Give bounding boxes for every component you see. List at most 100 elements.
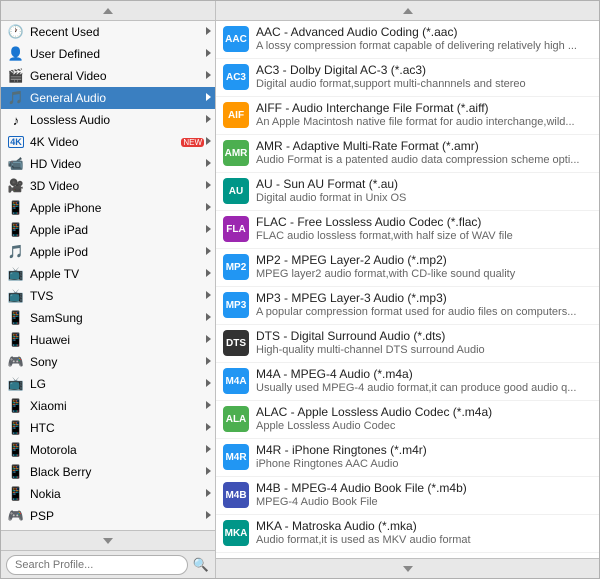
format-list: AACAAC - Advanced Audio Coding (*.aac)A … [216, 21, 599, 558]
sidebar-item-label: Sony [30, 355, 204, 369]
item-arrow-icon [206, 225, 211, 235]
sidebar-item-label: Apple TV [30, 267, 204, 281]
sidebar-item-4k-video[interactable]: 4K4K VideoNEW [1, 131, 215, 153]
sidebar-item-xiaomi[interactable]: 📱Xiaomi [1, 395, 215, 417]
sidebar-item-recent-used[interactable]: 🕐Recent Used [1, 21, 215, 43]
format-item-m4a[interactable]: M4AM4A - MPEG-4 Audio (*.m4a)Usually use… [216, 363, 599, 401]
sidebar-item-hd-video[interactable]: 📹HD Video [1, 153, 215, 175]
item-arrow-icon [206, 115, 211, 125]
sidebar-item-label: Nokia [30, 487, 204, 501]
sidebar-item-label: 3D Video [30, 179, 204, 193]
mp2-text: MP2 - MPEG Layer-2 Audio (*.mp2)MPEG lay… [256, 253, 593, 281]
sidebar-item-label: General Video [30, 69, 204, 83]
left-panel: 🕐Recent Used👤User Defined 🎬 General Video 🎵… [1, 1, 216, 578]
format-item-aiff[interactable]: AIFAIFF - Audio Interchange File Format … [216, 97, 599, 135]
item-arrow-icon [206, 71, 211, 81]
format-item-amr[interactable]: AMRAMR - Adaptive Multi-Rate Format (*.a… [216, 135, 599, 173]
sidebar-item-label: Lossless Audio [30, 113, 204, 127]
item-arrow-icon [206, 159, 211, 169]
format-item-aac[interactable]: AACAAC - Advanced Audio Coding (*.aac)A … [216, 21, 599, 59]
arrow-down-icon [103, 538, 113, 544]
flac-format-icon: FLA [222, 215, 250, 243]
alac-text: ALAC - Apple Lossless Audio Codec (*.m4a… [256, 405, 593, 433]
sidebar-item-apple-ipad[interactable]: 📱 Apple iPad [1, 219, 215, 241]
sidebar-item-label: Apple iPod [30, 245, 204, 259]
ac3-desc: Digital audio format,support multi-chann… [256, 77, 593, 91]
sidebar-item-huawei[interactable]: 📱Huawei [1, 329, 215, 351]
3d-video-icon: 🎥 [7, 177, 25, 195]
lg-icon: 📺 [7, 375, 25, 393]
sidebar-item-label: Apple iPad [30, 223, 204, 237]
format-item-m4r[interactable]: M4RM4R - iPhone Ringtones (*.m4r)iPhone … [216, 439, 599, 477]
format-item-au[interactable]: AUAU - Sun AU Format (*.au)Digital audio… [216, 173, 599, 211]
ac3-text: AC3 - Dolby Digital AC-3 (*.ac3)Digital … [256, 63, 593, 91]
format-item-flac[interactable]: FLA FLAC - Free Lossless Audio Codec (*.f… [216, 211, 599, 249]
search-icon-button[interactable]: 🔍 [192, 556, 210, 574]
aac-text: AAC - Advanced Audio Coding (*.aac)A los… [256, 25, 593, 53]
m4b-format-icon: M4B [222, 481, 250, 509]
m4a-text: M4A - MPEG-4 Audio (*.m4a)Usually used M… [256, 367, 593, 395]
flac-desc: FLAC audio lossless format,with half siz… [256, 229, 593, 243]
apple-tv-icon: 📺 [7, 265, 25, 283]
format-item-mp3[interactable]: MP3MP3 - MPEG Layer-3 Audio (*.mp3)A pop… [216, 287, 599, 325]
sidebar-item-samsung[interactable]: 📱SamSung [1, 307, 215, 329]
apple-ipad-icon: 📱 [7, 221, 25, 239]
format-item-alac[interactable]: ALAALAC - Apple Lossless Audio Codec (*.… [216, 401, 599, 439]
general-video-icon: 🎬 [7, 67, 25, 85]
sidebar-item-lg[interactable]: 📺LG [1, 373, 215, 395]
mp3-title: MP3 - MPEG Layer-3 Audio (*.mp3) [256, 291, 593, 305]
sidebar-item-apple-iphone[interactable]: 📱Apple iPhone [1, 197, 215, 219]
alac-format-icon: ALA [222, 405, 250, 433]
sidebar-item-apple-tv[interactable]: 📺 Apple TV [1, 263, 215, 285]
item-arrow-icon [206, 269, 211, 279]
aiff-title: AIFF - Audio Interchange File Format (*.… [256, 101, 593, 115]
format-item-mp2[interactable]: MP2MP2 - MPEG Layer-2 Audio (*.mp2)MPEG … [216, 249, 599, 287]
blackberry-icon: 📱 [7, 463, 25, 481]
dts-format-icon: DTS [222, 329, 250, 357]
format-item-dts[interactable]: DTSDTS - Digital Surround Audio (*.dts)H… [216, 325, 599, 363]
sidebar-item-label: Apple iPhone [30, 201, 204, 215]
sidebar-item-motorola[interactable]: 📱Motorola [1, 439, 215, 461]
right-panel: AACAAC - Advanced Audio Coding (*.aac)A … [216, 1, 599, 578]
sidebar-item-general-video[interactable]: 🎬 General Video [1, 65, 215, 87]
sidebar-item-psp[interactable]: 🎮PSP [1, 505, 215, 527]
format-item-ac3[interactable]: AC3AC3 - Dolby Digital AC-3 (*.ac3)Digit… [216, 59, 599, 97]
sidebar-item-sony[interactable]: 🎮Sony [1, 351, 215, 373]
mka-text: MKA - Matroska Audio (*.mka)Audio format… [256, 519, 593, 547]
m4r-title: M4R - iPhone Ringtones (*.m4r) [256, 443, 593, 457]
samsung-icon: 📱 [7, 309, 25, 327]
m4r-format-icon: M4R [222, 443, 250, 471]
au-text: AU - Sun AU Format (*.au)Digital audio f… [256, 177, 593, 205]
sidebar-item-htc[interactable]: 📱HTC [1, 417, 215, 439]
right-scroll-down-button[interactable] [216, 558, 599, 578]
aiff-text: AIFF - Audio Interchange File Format (*.… [256, 101, 593, 129]
search-bar: 🔍 [1, 550, 215, 578]
format-item-mka[interactable]: MKAMKA - Matroska Audio (*.mka)Audio for… [216, 515, 599, 553]
mp3-text: MP3 - MPEG Layer-3 Audio (*.mp3)A popula… [256, 291, 593, 319]
search-input[interactable] [6, 555, 188, 575]
sidebar-item-label: General Audio [30, 91, 204, 105]
xiaomi-icon: 📱 [7, 397, 25, 415]
aiff-desc: An Apple Macintosh native file format fo… [256, 115, 593, 129]
mp3-desc: A popular compression format used for au… [256, 305, 593, 319]
sidebar-item-label: HD Video [30, 157, 204, 171]
format-item-m4b[interactable]: M4BM4B - MPEG-4 Audio Book File (*.m4b)M… [216, 477, 599, 515]
item-arrow-icon [206, 511, 211, 521]
sidebar-item-apple-ipod[interactable]: 🎵Apple iPod [1, 241, 215, 263]
item-arrow-icon [206, 401, 211, 411]
sidebar-item-3d-video[interactable]: 🎥 3D Video [1, 175, 215, 197]
sidebar-item-lossless-audio[interactable]: ♪Lossless Audio [1, 109, 215, 131]
sidebar-item-blackberry[interactable]: 📱Black Berry [1, 461, 215, 483]
sidebar-item-general-audio[interactable]: 🎵General Audio [1, 87, 215, 109]
right-scroll-up-button[interactable] [216, 1, 599, 21]
left-scroll-up-button[interactable] [1, 1, 215, 21]
item-arrow-icon [206, 445, 211, 455]
sidebar-item-user-defined[interactable]: 👤User Defined [1, 43, 215, 65]
sidebar-item-label: Motorola [30, 443, 204, 457]
flac-title: FLAC - Free Lossless Audio Codec (*.flac… [256, 215, 593, 229]
left-scroll-down-button[interactable] [1, 530, 215, 550]
right-arrow-down-icon [403, 566, 413, 572]
sidebar-item-nokia[interactable]: 📱Nokia [1, 483, 215, 505]
sidebar-item-tvs[interactable]: 📺TVS [1, 285, 215, 307]
sidebar-item-ps3-ps4[interactable]: 🎮PS3, PS4 [1, 527, 215, 530]
